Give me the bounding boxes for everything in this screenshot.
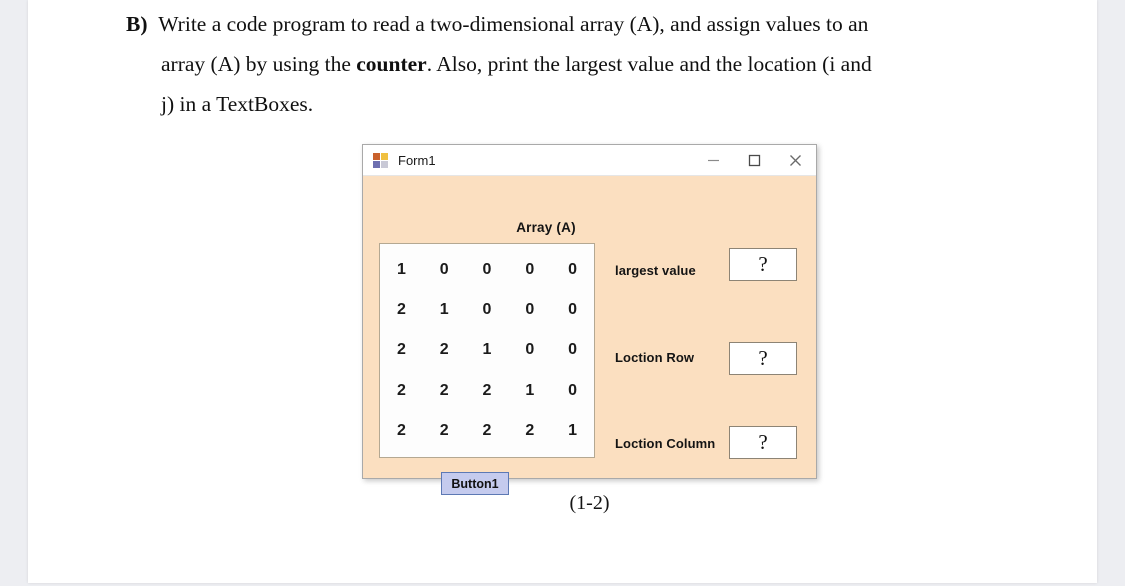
close-icon[interactable]: [775, 145, 816, 176]
array-title-label: Array (A): [516, 220, 576, 235]
document-page: B) Write a code program to read a two-di…: [28, 0, 1097, 583]
minimize-icon[interactable]: [693, 145, 734, 176]
form-window-icon: [373, 152, 390, 168]
window-title: Form1: [398, 152, 436, 168]
table-row: 2 2 2 2 1: [380, 412, 594, 450]
grid-cell: 2: [396, 341, 406, 359]
grid-cell: 1: [439, 301, 449, 319]
grid-cell: 0: [525, 341, 535, 359]
location-row-label: Loction Row: [615, 350, 695, 365]
grid-cell: 1: [482, 341, 492, 359]
grid-cell: 0: [439, 261, 449, 279]
grid-cell: 0: [568, 261, 578, 279]
grid-cell: 0: [482, 301, 492, 319]
form-client-area: Array (A) 1 0 0 0 0 2 1 0 0 0 2 2 1 0 0 …: [363, 176, 816, 495]
question-keyword-counter: counter: [356, 52, 427, 76]
table-row: 2 2 1 0 0: [380, 331, 594, 369]
question-line-2-text-a: array (A) by using the: [161, 52, 357, 76]
largest-value-textbox[interactable]: ?: [729, 248, 797, 281]
grid-cell: 1: [568, 421, 578, 439]
grid-cell: 0: [482, 261, 492, 279]
window-controls: [693, 145, 816, 176]
winform-window: Form1 Array (A) 1 0 0 0 0 2 1 0 0 0 2 2 …: [362, 144, 817, 495]
maximize-icon[interactable]: [734, 145, 775, 176]
question-line-2: array (A) by using the counter. Also, pr…: [126, 44, 1006, 84]
table-row: 1 0 0 0 0: [380, 251, 594, 289]
question-line-2-text-b: . Also, print the largest value and the …: [426, 52, 872, 76]
table-row: 2 2 2 1 0: [380, 372, 594, 410]
location-row-textbox[interactable]: ?: [729, 342, 797, 375]
figure-caption: (1-2): [569, 492, 610, 514]
grid-cell: 2: [396, 421, 406, 439]
window-titlebar[interactable]: Form1: [363, 145, 816, 176]
question-block: B) Write a code program to read a two-di…: [126, 4, 1006, 124]
grid-cell: 2: [482, 421, 492, 439]
grid-cell: 0: [568, 381, 578, 399]
grid-cell: 0: [568, 301, 578, 319]
grid-cell: 2: [439, 381, 449, 399]
grid-cell: 0: [568, 341, 578, 359]
grid-cell: 2: [525, 421, 535, 439]
table-row: 2 1 0 0 0: [380, 291, 594, 329]
question-line-3: j) in a TextBoxes.: [126, 84, 1006, 124]
grid-cell: 2: [396, 381, 406, 399]
question-line-1: B) Write a code program to read a two-di…: [126, 4, 1006, 44]
grid-cell: 2: [439, 341, 449, 359]
grid-cell: 2: [439, 421, 449, 439]
grid-cell: 0: [525, 261, 535, 279]
grid-cell: 1: [396, 261, 406, 279]
grid-cell: 2: [482, 381, 492, 399]
largest-value-label: largest value: [615, 263, 696, 278]
question-line-1-text: Write a code program to read a two-dimen…: [158, 12, 869, 36]
grid-cell: 2: [396, 301, 406, 319]
question-label: B): [126, 12, 148, 36]
grid-cell: 0: [525, 301, 535, 319]
grid-cell: 1: [525, 381, 535, 399]
question-line-3-text: j) in a TextBoxes.: [161, 92, 314, 116]
location-column-textbox[interactable]: ?: [729, 426, 797, 459]
array-grid: 1 0 0 0 0 2 1 0 0 0 2 2 1 0 0 2 2 2 1 0 …: [379, 243, 595, 458]
location-column-label: Loction Column: [615, 436, 716, 451]
